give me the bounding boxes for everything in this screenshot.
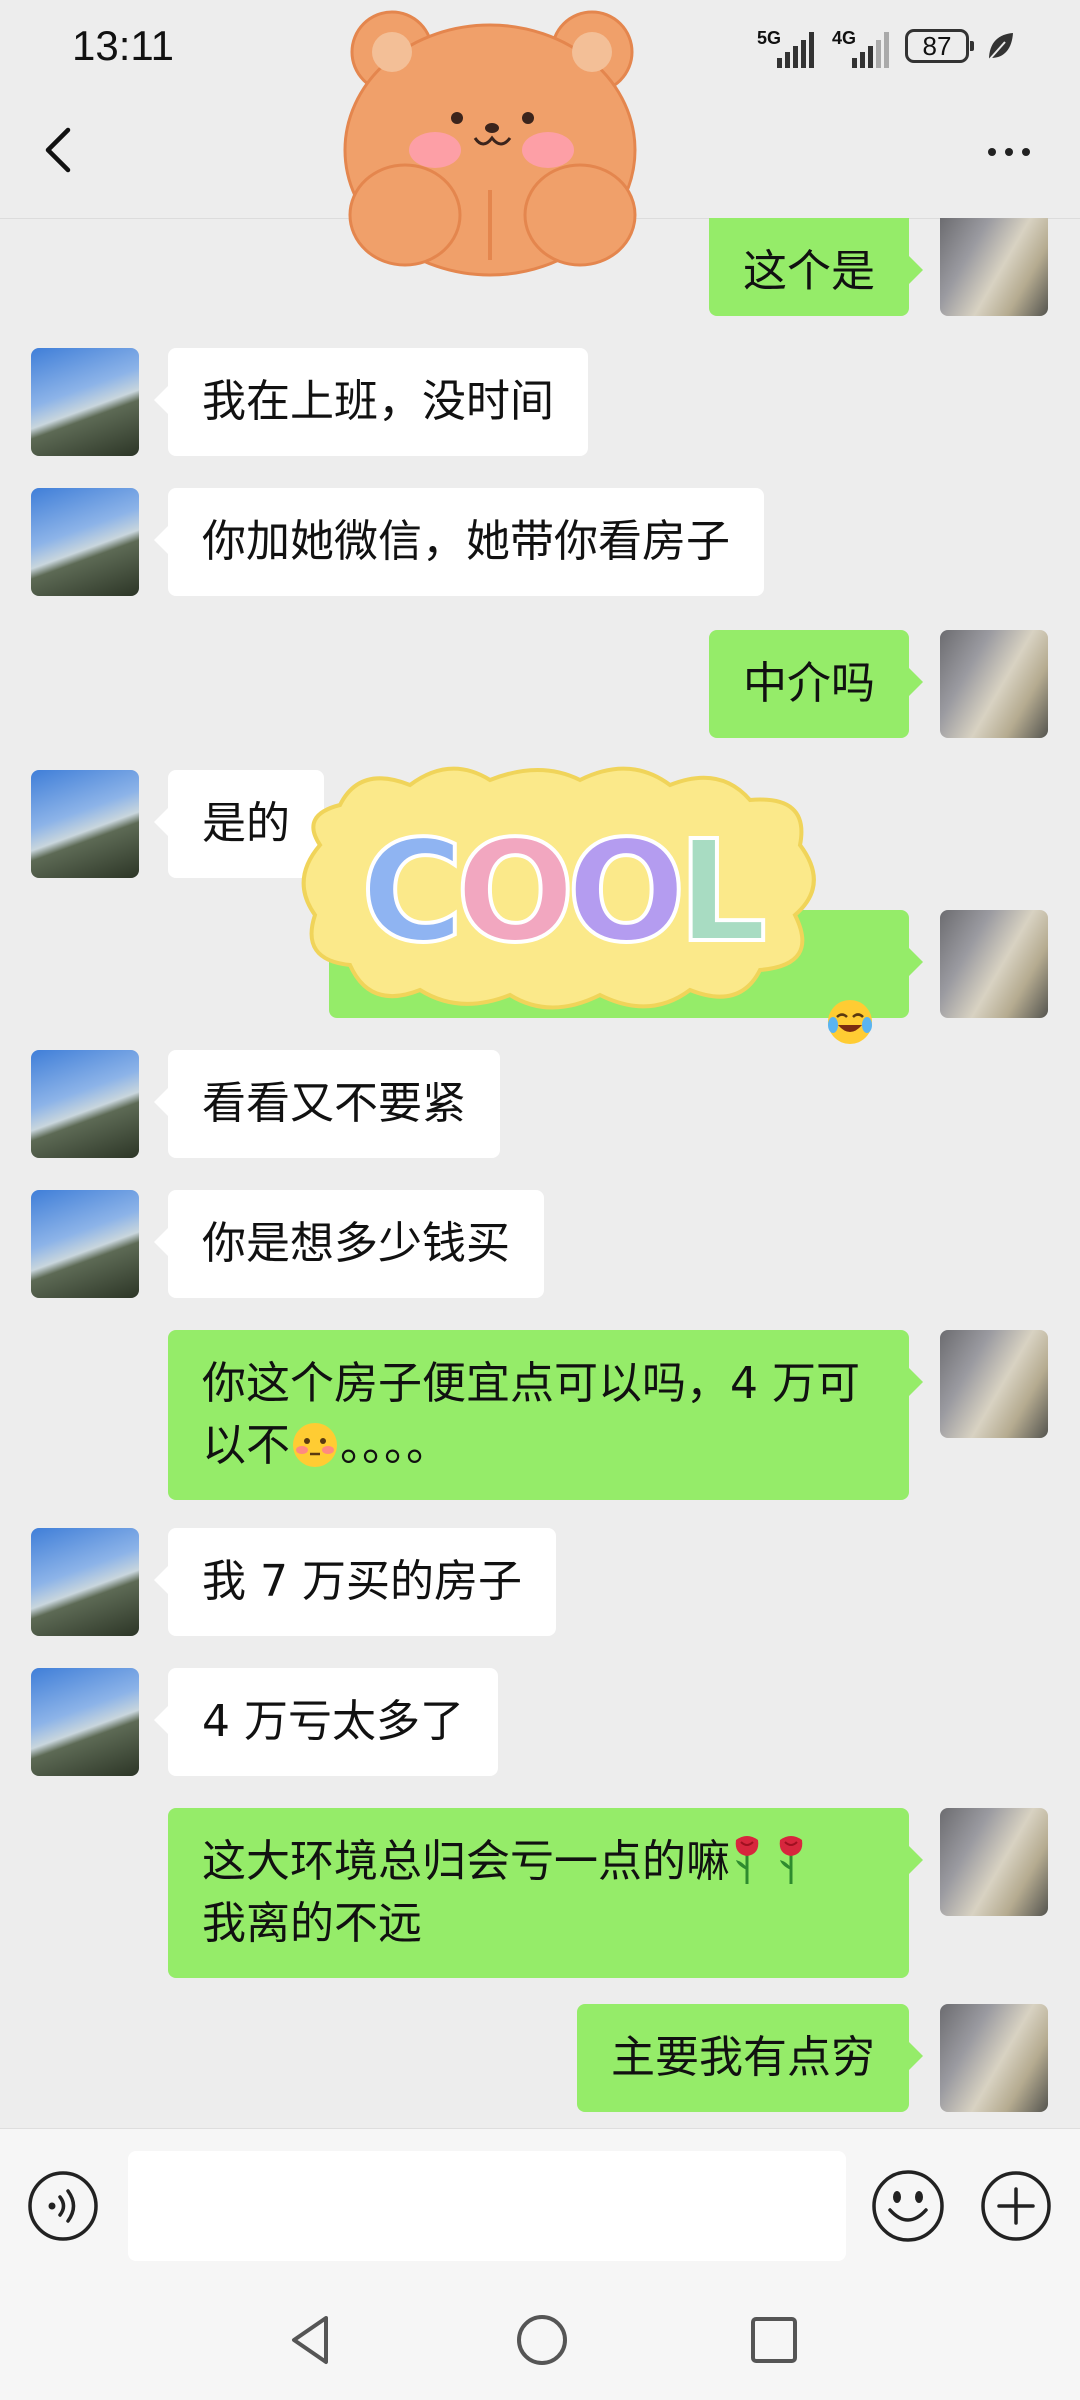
- signal-4g-icon: 4G: [832, 28, 892, 68]
- contact-avatar[interactable]: [31, 1050, 139, 1158]
- message-bubble-received[interactable]: 你是想多少钱买: [154, 1190, 544, 1298]
- message-bubble-received[interactable]: 看看又不要紧: [154, 1050, 500, 1158]
- message-bubble-received[interactable]: 4 万亏太多了: [154, 1668, 498, 1776]
- message-bubble-received[interactable]: 我 7 万买的房子: [154, 1528, 556, 1636]
- message-bubble-received[interactable]: 我在上班，没时间: [154, 348, 588, 456]
- message-bubble-received[interactable]: 你加她微信，她带你看房子: [154, 488, 764, 596]
- input-bar: [0, 2128, 1080, 2283]
- chat-area: 这个是 我在上班，没时间 你加她微信，她带你看房子 中介吗 是的 看看又不要紧 …: [0, 218, 1080, 2128]
- contact-avatar[interactable]: [31, 770, 139, 878]
- user-avatar[interactable]: [940, 630, 1048, 738]
- emoji-icon[interactable]: [870, 2168, 946, 2244]
- signal-5g-icon: 5G: [757, 28, 817, 68]
- message-bubble-sent[interactable]: 你这个房子便宜点可以吗，4 万可 以不 。。。。: [168, 1330, 923, 1500]
- more-dots-icon[interactable]: [988, 148, 1030, 156]
- message-input[interactable]: [128, 2151, 846, 2261]
- rose-emoji: [735, 1836, 759, 1884]
- user-avatar[interactable]: [940, 218, 1048, 316]
- user-avatar[interactable]: [940, 1330, 1048, 1438]
- message-bubble-sent[interactable]: 中介吗: [709, 630, 923, 738]
- contact-avatar[interactable]: [31, 348, 139, 456]
- system-nav-bar: [0, 2282, 1080, 2400]
- plus-icon[interactable]: [979, 2169, 1053, 2243]
- leaf-icon: [988, 33, 1013, 61]
- voice-icon[interactable]: [27, 2170, 99, 2242]
- contact-avatar[interactable]: [31, 1190, 139, 1298]
- message-bubble-sent[interactable]: 这个是: [709, 218, 923, 316]
- contact-avatar[interactable]: [31, 1528, 139, 1636]
- battery-indicator: 87: [905, 29, 974, 63]
- cool-text: COOL: [361, 811, 764, 974]
- user-avatar[interactable]: [940, 910, 1048, 1018]
- nav-recent-icon[interactable]: [746, 2312, 802, 2368]
- bear-sticker: [343, 10, 637, 277]
- cool-sticker: COOL: [301, 766, 816, 1010]
- user-avatar[interactable]: [940, 2004, 1048, 2112]
- nav-back-icon[interactable]: [282, 2312, 338, 2368]
- rose-emoji: [779, 1836, 803, 1884]
- contact-avatar[interactable]: [31, 1668, 139, 1776]
- chevron-left-icon[interactable]: [30, 120, 90, 180]
- status-time: 13:11: [72, 22, 174, 69]
- user-avatar[interactable]: [940, 1808, 1048, 1916]
- nav-home-icon[interactable]: [514, 2312, 570, 2368]
- message-bubble-sent[interactable]: 主要我有点穷: [577, 2004, 923, 2112]
- message-bubble-sent[interactable]: 这大环境总归会亏一点的嘛 我离的不远: [168, 1808, 923, 1978]
- laugh-cry-emoji: [828, 1000, 872, 1044]
- embarrassed-emoji: [293, 1423, 337, 1467]
- contact-avatar[interactable]: [31, 488, 139, 596]
